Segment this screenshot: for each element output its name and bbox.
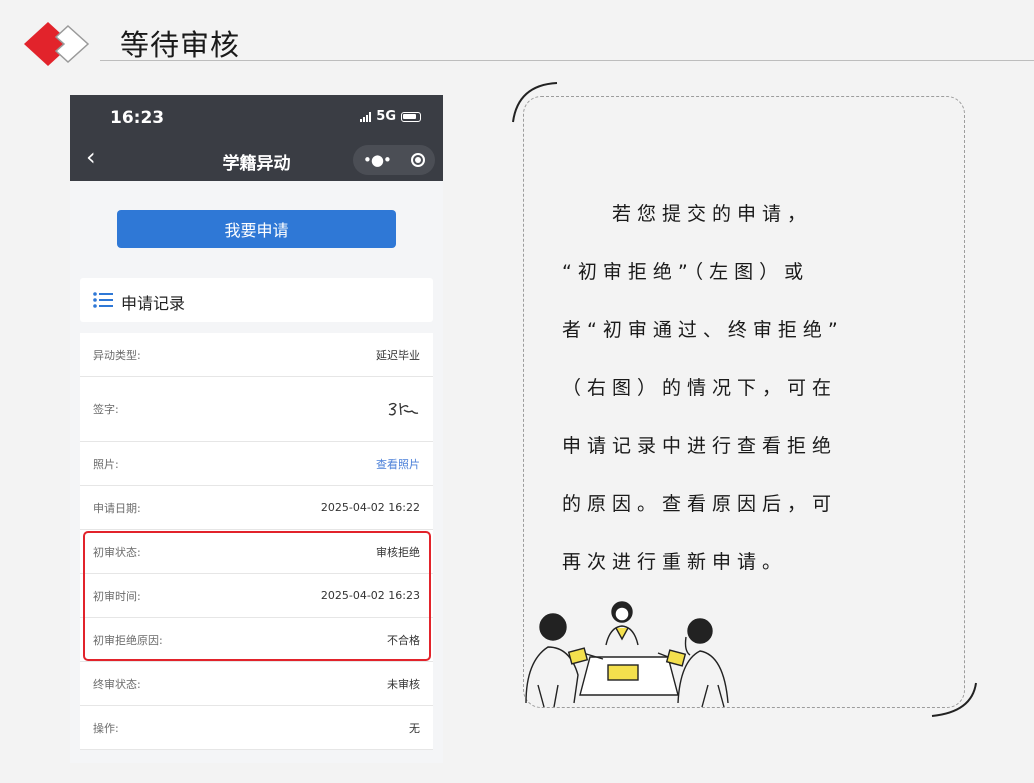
table-row: 申请日期: 2025-04-02 16:22: [80, 486, 433, 530]
battery-icon: [401, 111, 421, 122]
view-photo-link[interactable]: 查看照片: [376, 456, 420, 472]
row-value: 延迟毕业: [376, 348, 420, 362]
meeting-illustration: [525, 601, 729, 708]
row-label: 签字:: [93, 403, 119, 416]
row-label: 操作:: [93, 721, 119, 735]
explanation-line: “初审拒绝”（左图）或: [562, 261, 810, 283]
explanation-line: 若您提交的申请，: [562, 203, 813, 225]
table-row: 签字:: [80, 377, 433, 442]
row-value: 2025-04-02 16:22: [320, 501, 420, 514]
network-type: 5G: [376, 109, 396, 124]
table-row: 操作: 无: [80, 706, 433, 750]
row-label: 照片:: [93, 457, 119, 471]
explanation-text: 若您提交的申请， “初审拒绝”（左图）或 者“初审通过、终审拒绝” （右图）的情…: [562, 185, 932, 591]
table-row: 异动类型: 延迟毕业: [80, 333, 433, 377]
title-divider: [100, 60, 1034, 61]
records-header: 申请记录: [80, 278, 433, 322]
highlight-box: [83, 531, 431, 661]
phone-header: 16:23 5G ‹ 学籍异动 •●•: [70, 95, 443, 181]
row-value: 未审核: [387, 677, 420, 691]
explanation-line: 再次进行重新申请。: [562, 551, 788, 573]
status-time: 16:23: [110, 108, 165, 128]
explanation-line: 的原因。查看原因后，可: [562, 493, 838, 515]
status-indicators: 5G: [360, 109, 421, 124]
row-label: 异动类型:: [93, 348, 141, 362]
mini-program-capsule: •●•: [353, 145, 435, 175]
slide-title: 等待审核: [120, 28, 241, 62]
apply-button[interactable]: 我要申请: [117, 210, 396, 248]
row-label: 终审状态:: [93, 677, 141, 691]
diamond-logo-icon: [24, 22, 90, 66]
phone-screen: 16:23 5G ‹ 学籍异动 •●• 我要申请 申请记录 异动类型: 延迟毕业: [70, 95, 443, 763]
table-row: 照片: 查看照片: [80, 442, 433, 486]
explanation-line: 申请记录中进行查看拒绝: [562, 435, 838, 457]
explanation-line: （右图）的情况下，可在: [562, 377, 838, 399]
table-row: 终审状态: 未审核: [80, 662, 433, 706]
list-icon: [93, 292, 113, 308]
more-icon[interactable]: •●•: [363, 151, 392, 169]
signal-icon: [360, 111, 372, 122]
explanation-line: 者“初审通过、终审拒绝”: [562, 319, 844, 341]
row-value: 无: [409, 721, 420, 735]
records-title: 申请记录: [121, 294, 186, 313]
row-label: 申请日期:: [93, 501, 141, 515]
signature-image: [388, 402, 419, 416]
target-icon[interactable]: [410, 153, 425, 167]
